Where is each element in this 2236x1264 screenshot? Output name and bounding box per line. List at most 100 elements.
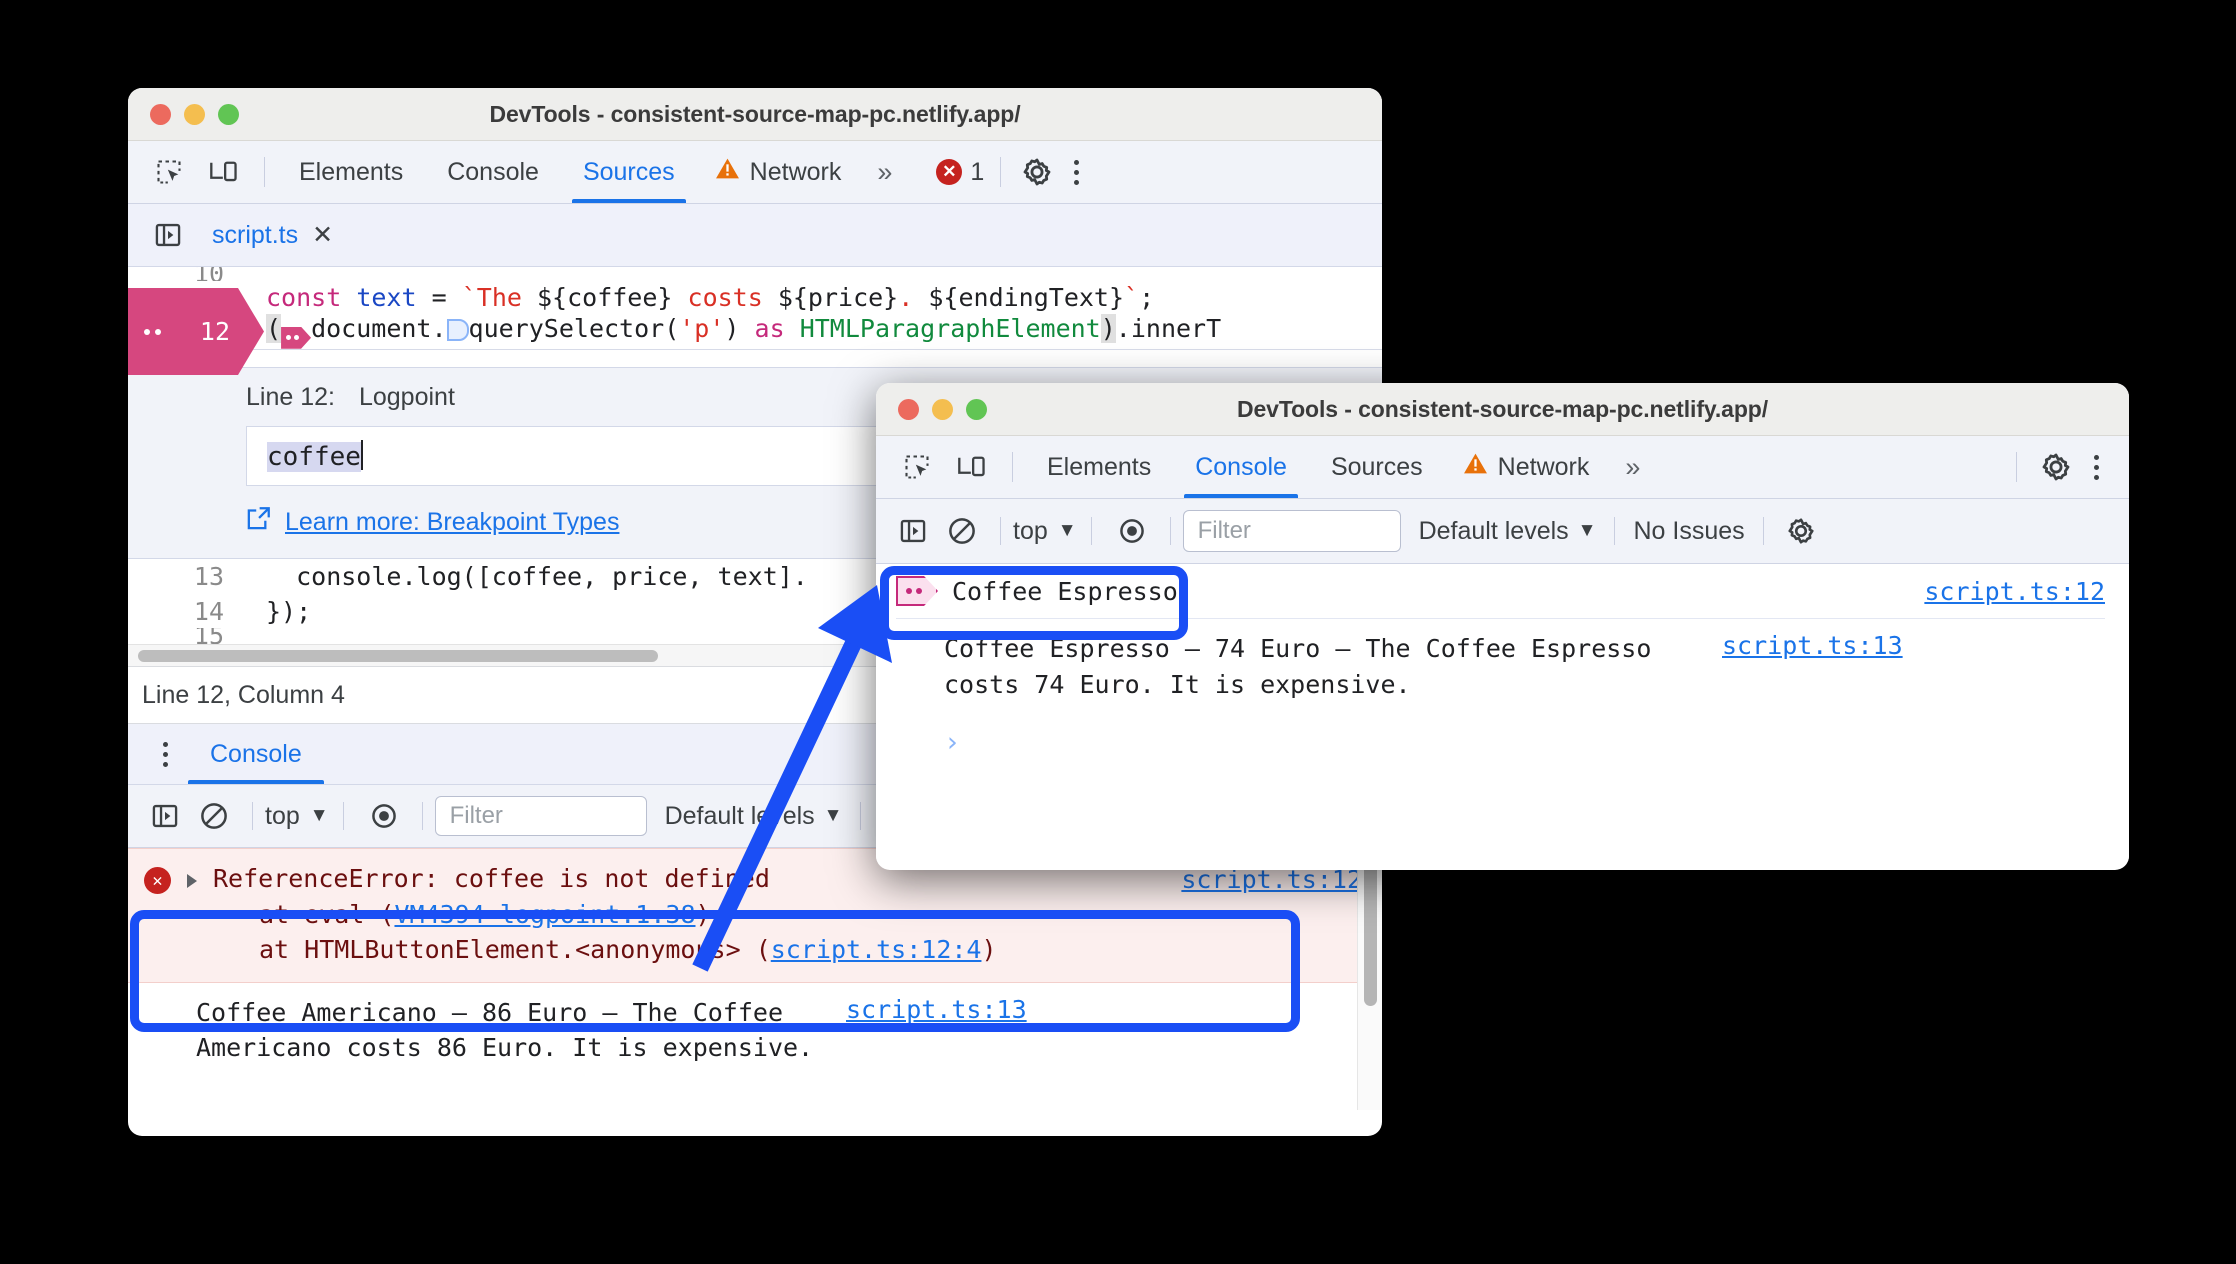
toolbar-divider bbox=[264, 157, 265, 187]
show-navigator-icon[interactable] bbox=[142, 204, 194, 266]
error-icon: ✕ bbox=[936, 159, 963, 185]
console-scrollbar-thumb[interactable] bbox=[1364, 858, 1377, 1006]
more-tabs-label: » bbox=[1625, 451, 1641, 482]
screenshot-stage: DevTools - consistent-source-map-pc.netl… bbox=[0, 0, 2236, 1264]
error-count-badge[interactable]: ✕ 1 bbox=[936, 158, 984, 187]
stack-frame-prefix: at eval ( bbox=[259, 899, 395, 929]
tab-elements[interactable]: Elements bbox=[277, 141, 425, 203]
tab-sources[interactable]: Sources bbox=[561, 141, 697, 203]
toolbar-divider-2 bbox=[1090, 517, 1092, 545]
file-tab-script-ts[interactable]: script.ts ✕ bbox=[212, 204, 333, 266]
logpoint-line-label: Line 12: bbox=[246, 382, 335, 411]
window-title: DevTools - consistent-source-map-pc.netl… bbox=[1236, 395, 1769, 422]
toolbar-divider-5 bbox=[1762, 517, 1764, 545]
inspect-element-icon[interactable] bbox=[142, 141, 196, 203]
logpoint-expression-text: coffee bbox=[267, 442, 361, 472]
line-number: 14 bbox=[193, 596, 224, 626]
panel-tabs[interactable]: Elements Console Sources Network » bbox=[1025, 436, 1658, 498]
learn-more-link[interactable]: Learn more: Breakpoint Types bbox=[285, 508, 619, 537]
devtools-toolbar-sources[interactable]: Elements Console Sources Network » ✕ 1 bbox=[128, 141, 1382, 204]
live-expression-icon[interactable] bbox=[1106, 499, 1158, 563]
expand-triangle-icon[interactable] bbox=[187, 874, 197, 888]
console-prompt[interactable]: › bbox=[876, 712, 2129, 772]
message-source-link[interactable]: script.ts:12 bbox=[1924, 577, 2105, 606]
toolbar-divider-3 bbox=[1169, 517, 1171, 545]
stack-frame-link[interactable]: script.ts:12:4 bbox=[771, 935, 982, 964]
panel-tabs[interactable]: Elements Console Sources Network » bbox=[277, 141, 910, 203]
drawer-console-output[interactable]: ✕ ReferenceError: coffee is not defined … bbox=[128, 848, 1382, 1110]
gear-icon[interactable] bbox=[2035, 436, 2077, 498]
inspect-element-icon[interactable] bbox=[890, 436, 944, 498]
log-levels-dropdown[interactable]: Default levels ▼ bbox=[1419, 517, 1597, 546]
console-message-log[interactable]: Coffee Espresso – 74 Euro – The Coffee E… bbox=[876, 619, 2129, 712]
stack-frame-suffix: ) bbox=[695, 899, 711, 929]
code-line-11: 11 const text = `The ${coffee} costs ${p… bbox=[128, 281, 1382, 314]
tab-label: Elements bbox=[1047, 452, 1152, 481]
titlebar-sources: DevTools - consistent-source-map-pc.netl… bbox=[128, 88, 1382, 141]
close-icon[interactable]: ✕ bbox=[312, 220, 333, 250]
device-toolbar-icon[interactable] bbox=[196, 141, 252, 203]
line-number-gutter-12: 12 bbox=[128, 288, 264, 375]
console-output[interactable]: Coffee Espresso script.ts:12 Coffee Espr… bbox=[876, 564, 2129, 861]
logpoint-gutter-marker[interactable]: 12 bbox=[128, 288, 264, 375]
kebab-menu-icon[interactable] bbox=[2077, 436, 2115, 498]
error-icon: ✕ bbox=[144, 867, 171, 894]
issues-counter[interactable]: No Issues bbox=[1633, 517, 1744, 546]
gear-icon[interactable] bbox=[1017, 141, 1057, 203]
tab-console[interactable]: Console bbox=[425, 141, 561, 203]
more-tabs-button[interactable]: » bbox=[859, 141, 910, 203]
warning-triangle-icon bbox=[715, 157, 740, 187]
logpoint-type-label: Logpoint bbox=[358, 382, 455, 411]
gear-icon[interactable] bbox=[1782, 499, 1820, 563]
console-sidebar-icon[interactable] bbox=[890, 499, 936, 563]
clear-console-icon[interactable] bbox=[188, 785, 240, 847]
scrollbar-thumb[interactable] bbox=[138, 650, 658, 662]
execution-context-selector[interactable]: top ▼ bbox=[1013, 517, 1077, 546]
logpoint-message-text: Coffee Espresso bbox=[952, 576, 1178, 606]
kebab-menu-icon[interactable] bbox=[142, 724, 188, 784]
tab-sources[interactable]: Sources bbox=[1309, 436, 1445, 498]
code-line-10: 10 bbox=[128, 267, 1382, 281]
inline-breakpoint-bubble-icon[interactable] bbox=[446, 319, 469, 342]
code-line-text: const text = `The ${coffee} costs ${pric… bbox=[266, 283, 1155, 312]
titlebar-console: DevTools - consistent-source-map-pc.netl… bbox=[876, 383, 2129, 436]
inline-logpoint-icon[interactable] bbox=[281, 326, 312, 349]
execution-context-selector[interactable]: top ▼ bbox=[265, 802, 329, 831]
console-sidebar-icon[interactable] bbox=[142, 785, 188, 847]
log-levels-dropdown[interactable]: Default levels ▼ bbox=[665, 802, 843, 831]
console-filter-input[interactable]: Filter bbox=[434, 796, 647, 836]
devtools-window-console[interactable]: DevTools - consistent-source-map-pc.netl… bbox=[876, 383, 2129, 870]
tab-console[interactable]: Console bbox=[1173, 436, 1309, 498]
tab-elements[interactable]: Elements bbox=[1025, 436, 1173, 498]
tab-network[interactable]: Network bbox=[1445, 436, 1608, 498]
code-line-text: }); bbox=[266, 596, 312, 626]
tab-network[interactable]: Network bbox=[697, 141, 860, 203]
code-editor[interactable]: 10 11 const text = `The ${coffee} costs … bbox=[128, 267, 1382, 375]
sources-file-tabbar[interactable]: script.ts ✕ bbox=[128, 204, 1382, 267]
logpoint-expression-value: coffee bbox=[267, 440, 363, 472]
drawer-tab-console[interactable]: Console bbox=[188, 724, 324, 784]
console-message-logpoint[interactable]: Coffee Espresso script.ts:12 bbox=[876, 564, 2129, 618]
levels-label: Default levels bbox=[1418, 516, 1569, 545]
toolbar-divider-2 bbox=[342, 802, 344, 830]
chevron-down-icon: ▼ bbox=[1057, 520, 1077, 541]
clear-console-icon[interactable] bbox=[936, 499, 988, 563]
message-source-link[interactable]: script.ts:13 bbox=[1722, 631, 1903, 660]
message-source-link[interactable]: script.ts:13 bbox=[846, 995, 1027, 1024]
stack-frame-link[interactable]: VM4394 logpoint:1:38 bbox=[394, 900, 695, 929]
devtools-toolbar-console[interactable]: Elements Console Sources Network » bbox=[876, 436, 2129, 499]
error-count: 1 bbox=[970, 157, 985, 186]
more-tabs-button[interactable]: » bbox=[1607, 436, 1658, 498]
console-message-log[interactable]: Coffee Americano – 86 Euro – The Coffee … bbox=[128, 983, 1382, 1076]
console-toolbar[interactable]: top ▼ Filter Default levels ▼ No Issues bbox=[876, 499, 2129, 564]
text-cursor bbox=[360, 440, 363, 470]
device-toolbar-icon[interactable] bbox=[944, 436, 1000, 498]
code-line-text: console.log([coffee, price, text]. bbox=[266, 562, 808, 591]
console-filter-input[interactable]: Filter bbox=[1182, 510, 1401, 552]
kebab-menu-icon[interactable] bbox=[1057, 141, 1095, 203]
error-title: ReferenceError: coffee is not defined bbox=[213, 864, 770, 893]
live-expression-icon[interactable] bbox=[358, 785, 410, 847]
context-label: top bbox=[265, 801, 300, 830]
chevron-down-icon: ▼ bbox=[823, 805, 843, 826]
context-label: top bbox=[1013, 516, 1048, 545]
